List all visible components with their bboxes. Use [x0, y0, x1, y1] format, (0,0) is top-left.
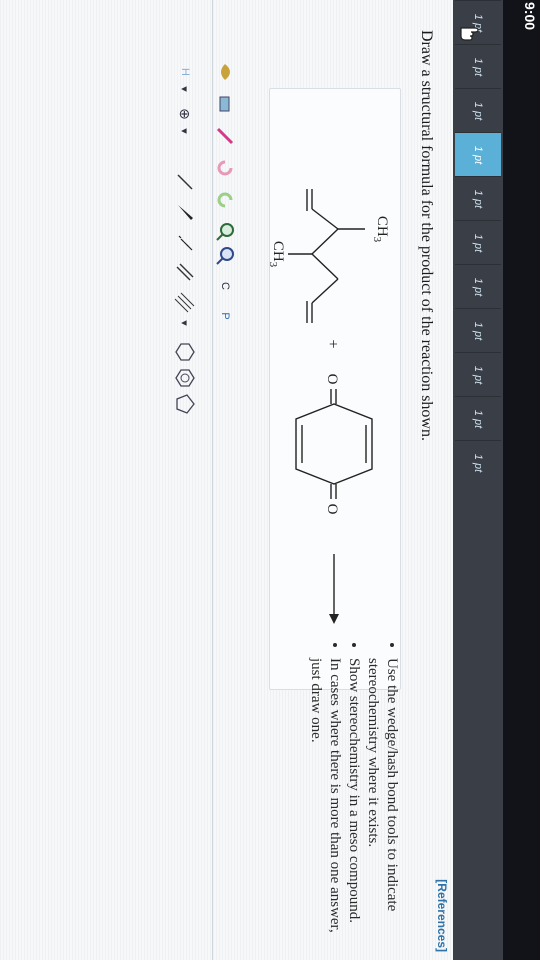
charge-plus-button[interactable]: ⊕ [173, 102, 197, 126]
top-bar: 9:00 [503, 0, 540, 960]
sidebar-item-11[interactable]: 1 pt [455, 440, 501, 485]
single-bond-icon[interactable] [173, 170, 197, 194]
plus-sign: + [324, 339, 341, 348]
sidebar-item-4-active[interactable]: 1 pt [455, 132, 501, 177]
rotated-screen: 9:00 1 pt 1 pt 1 pt 1 pt 1 pt 1 pt 1 pt … [0, 0, 540, 960]
question-prompt: Draw a structural formula for the produc… [418, 30, 435, 441]
hexagon-icon[interactable] [173, 340, 197, 364]
sidebar-item-3[interactable]: 1 pt [455, 88, 501, 133]
chevron-down-icon[interactable]: ▾ [173, 124, 197, 138]
undo-icon[interactable] [213, 156, 237, 180]
sketcher-toolbar: C P H ▾ ⊕ ▾ ▾ [43, 60, 243, 420]
atom-p-button[interactable]: P [213, 304, 237, 328]
pentagon-icon[interactable] [173, 392, 197, 416]
sidebar-item-8[interactable]: 1 pt [455, 308, 501, 353]
atom-c-button[interactable]: C [213, 274, 237, 298]
diene-bond [311, 253, 339, 280]
hand-cursor-icon [460, 27, 479, 41]
reaction-card: CH3 CH3 + O O [269, 88, 401, 690]
redo-icon[interactable] [213, 188, 237, 212]
diene-bond [311, 278, 339, 304]
instructions-list: Use the wedge/hash bond tools to indicat… [271, 640, 401, 940]
main-panel: [References] Draw a structural formula f… [0, 0, 453, 960]
sidebar-item-7[interactable]: 1 pt [455, 264, 501, 309]
sidebar-item-6[interactable]: 1 pt [455, 220, 501, 265]
hash-bond-icon[interactable] [173, 230, 197, 254]
instruction-item: In cases where there is more than one an… [306, 658, 344, 940]
atom-h-button[interactable]: H [173, 60, 197, 84]
references-link[interactable]: [References] [435, 879, 449, 952]
instruction-item: Show stereochemistry in a meso compound. [344, 658, 363, 940]
methyl-label-top: CH3 [371, 216, 390, 243]
pencil-icon[interactable] [213, 124, 237, 148]
arrow-head-icon [329, 614, 339, 624]
sidebar-item-2[interactable]: 1 pt [455, 44, 501, 89]
benzene-icon[interactable] [173, 366, 197, 390]
chevron-down-icon[interactable]: ▾ [173, 82, 197, 96]
lasso-icon[interactable] [213, 60, 237, 84]
chevron-down-icon[interactable]: ▾ [173, 316, 197, 330]
triple-bond-icon[interactable] [173, 290, 197, 314]
double-bond-icon[interactable] [173, 260, 197, 284]
sidebar-item-9[interactable]: 1 pt [455, 352, 501, 397]
instruction-item: Use the wedge/hash bond tools to indicat… [363, 658, 401, 940]
reaction-scheme: CH3 CH3 + O O [270, 189, 390, 624]
sidebar-item-5[interactable]: 1 pt [455, 176, 501, 221]
diene-bond [311, 228, 339, 255]
zoom-out-icon[interactable] [213, 244, 237, 268]
sidebar-item-10[interactable]: 1 pt [455, 396, 501, 441]
clock: 9:00 [522, 2, 538, 31]
zoom-in-icon[interactable] [213, 220, 237, 244]
oxygen-right: O [324, 504, 340, 515]
wedge-bond-icon[interactable] [173, 200, 197, 224]
diene-bond [311, 208, 339, 230]
eraser-icon[interactable] [213, 92, 237, 116]
methyl-label-bottom: CH3 [270, 241, 286, 268]
oxygen-left: O [324, 374, 340, 385]
question-points-bar: 1 pt 1 pt 1 pt 1 pt 1 pt 1 pt 1 pt 1 pt … [453, 0, 503, 960]
quinone-ring [295, 403, 373, 485]
